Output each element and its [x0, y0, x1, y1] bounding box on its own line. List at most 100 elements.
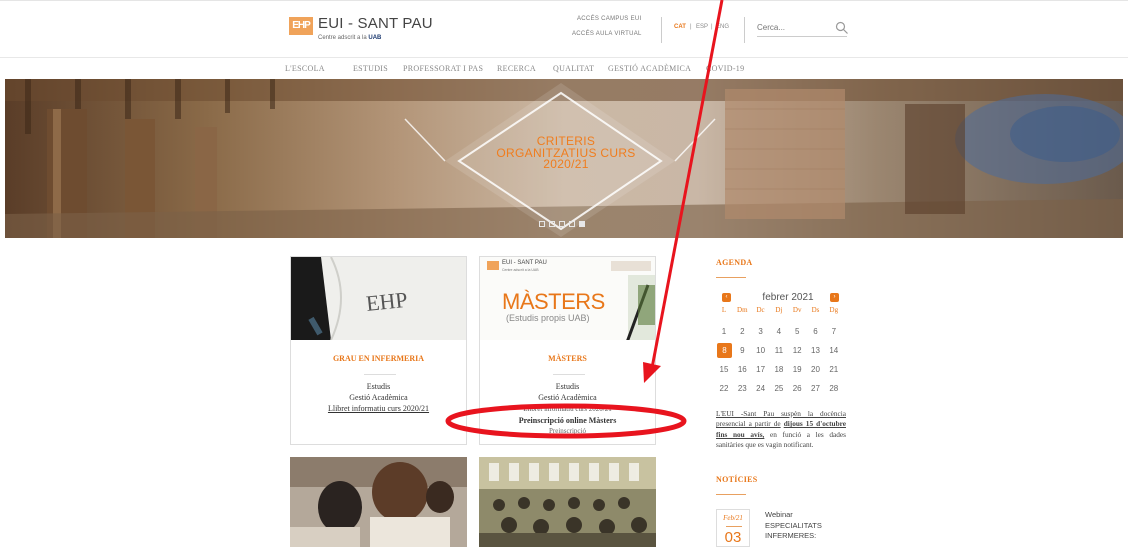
slider-dot[interactable] [579, 221, 585, 227]
calendar-weekday: Dm [737, 306, 748, 314]
calendar-day[interactable]: 4 [770, 327, 788, 336]
calendar-day[interactable]: 25 [770, 384, 788, 393]
agenda-title: AGENDA [716, 258, 753, 267]
card-grau-infermeria[interactable]: EHP GRAU EN INFERMERIA Estudis Gestió Ac… [290, 256, 467, 445]
calendar-day[interactable]: 20 [807, 365, 825, 374]
main-nav: L'ESCOLA ESTUDIS PROFESSORAT I PAS RECER… [0, 57, 1128, 77]
news-item-line: Webinar [765, 510, 793, 519]
news-date-day: 03 [724, 529, 742, 546]
calendar-day[interactable]: 23 [733, 384, 751, 393]
agenda-divider [716, 277, 746, 278]
slider-dot[interactable] [569, 221, 575, 227]
search-input[interactable] [757, 19, 847, 37]
card-link-preinscripcio[interactable]: Preinscripció [480, 427, 655, 435]
calendar-day[interactable]: 19 [788, 365, 806, 374]
campus-link[interactable]: ACCÉS CAMPUS EUI [577, 16, 641, 22]
nav-item-qualitat[interactable]: QUALITAT [553, 64, 594, 73]
calendar-day[interactable]: 13 [807, 346, 825, 355]
logo-title[interactable]: EUI - SANT PAU [318, 15, 433, 32]
news-date-badge[interactable]: Feb/21 03 [716, 509, 750, 547]
calendar-weekday: L [721, 306, 727, 314]
logo-subtitle-brand: UAB [368, 35, 382, 41]
card-image-subtitle: (Estudis propis UAB) [506, 313, 590, 323]
card-link-llibret[interactable]: Llibret informatiu curs 2020/21 [480, 405, 655, 413]
hero-caption-line: 2020/21 [543, 157, 589, 171]
calendar-day[interactable]: 7 [825, 327, 843, 336]
chevron-right-icon[interactable]: › [830, 293, 839, 302]
slider-dot[interactable] [539, 221, 545, 227]
calendar-weekday: Ds [811, 306, 820, 314]
card-image: EHP [291, 257, 466, 340]
calendar-grid: L Dm Dc Dj Dv Ds Dg 1 2 3 4 5 6 7 8 9 10 11 12 13 14 15 16 17 18… [715, 306, 845, 406]
classroom-photo [290, 457, 467, 547]
card-divider [364, 374, 396, 375]
calendar-day-today[interactable]: 8 [717, 343, 732, 358]
aula-virtual-link[interactable]: ACCÉS AULA VIRTUAL [572, 31, 642, 37]
calendar-day[interactable]: 6 [807, 327, 825, 336]
lang-esp-link[interactable]: ESP [696, 24, 708, 30]
header-divider [661, 17, 662, 43]
calendar-day[interactable]: 22 [715, 384, 733, 393]
nav-item-covid[interactable]: COVID-19 [706, 64, 744, 73]
covid-notice: L'EUI -Sant Pau suspèn la docència prese… [716, 409, 846, 451]
hero-caption[interactable]: CRITERIS ORGANITZATIUS CURS 2020/21 [495, 135, 637, 171]
card-link-estudis[interactable]: Estudis [291, 382, 466, 391]
nav-item-gestio-academica[interactable]: GESTIÓ ACADÈMICA [608, 64, 691, 73]
site-header: EHP EUI - SANT PAU Centre adscrit a la U… [0, 0, 1128, 57]
news-date-month: Feb/21 [723, 514, 743, 522]
card-image-students[interactable] [290, 457, 467, 547]
calendar-day[interactable]: 16 [733, 365, 751, 374]
card-logo-text: EUI - SANT PAU [502, 260, 547, 266]
calendar-day[interactable]: 27 [807, 384, 825, 393]
calendar-day[interactable]: 14 [825, 346, 843, 355]
card-link-gestio[interactable]: Gestió Acadèmica [480, 393, 655, 402]
logo-mark[interactable]: EHP [289, 17, 313, 35]
card-title[interactable]: GRAU EN INFERMERIA [291, 354, 466, 363]
calendar-day[interactable]: 24 [752, 384, 770, 393]
card-image-classroom[interactable] [479, 457, 656, 547]
card-title[interactable]: MÀSTERS [480, 354, 655, 363]
news-title: NOTÍCIES [716, 475, 758, 484]
calendar-weekday: Dv [792, 306, 802, 314]
card-link-preinscripcio-online[interactable]: Preinscripció online Màsters [480, 416, 655, 425]
calendar-weekday: Dj [775, 306, 783, 314]
calendar-day[interactable]: 15 [715, 365, 733, 374]
calendar-day[interactable]: 18 [770, 365, 788, 374]
hero-slider[interactable]: CRITERIS ORGANITZATIUS CURS 2020/21 [5, 79, 1123, 238]
embroidered-logo: EHP [365, 287, 409, 316]
card-link-estudis[interactable]: Estudis [480, 382, 655, 391]
calendar-day[interactable]: 11 [770, 346, 788, 355]
nav-item-professorat[interactable]: PROFESSORAT I PAS [403, 64, 483, 73]
calendar-day[interactable]: 17 [752, 365, 770, 374]
calendar-day[interactable]: 26 [788, 384, 806, 393]
lecture-hall-photo [479, 457, 656, 547]
card-link-llibret[interactable]: Llibret informatiu curs 2020/21 [291, 404, 466, 413]
lang-eng-link[interactable]: ENG [716, 24, 729, 30]
news-item[interactable]: Webinar ESPECIALITATS INFERMERES: [765, 510, 822, 542]
calendar-day[interactable]: 3 [752, 327, 770, 336]
calendar-day[interactable]: 2 [733, 327, 751, 336]
nav-item-escola[interactable]: L'ESCOLA [285, 64, 325, 73]
chevron-left-icon[interactable]: ‹ [722, 293, 731, 302]
calendar-day[interactable]: 5 [788, 327, 806, 336]
search-icon[interactable] [835, 21, 849, 35]
card-link-gestio[interactable]: Gestió Acadèmica [291, 393, 466, 402]
nav-item-estudis[interactable]: ESTUDIS [353, 64, 388, 73]
calendar-weekday: Dg [829, 306, 839, 314]
calendar-day[interactable]: 9 [733, 346, 751, 355]
calendar-day[interactable]: 1 [715, 327, 733, 336]
calendar-day[interactable]: 10 [752, 346, 770, 355]
calendar-weekday: Dc [756, 306, 765, 314]
calendar-day[interactable]: 28 [825, 384, 843, 393]
slider-dot[interactable] [549, 221, 555, 227]
calendar-day[interactable]: 21 [825, 365, 843, 374]
nav-item-recerca[interactable]: RECERCA [497, 64, 536, 73]
card-image: EUI - SANT PAU Centre adscrit a la UAB M… [480, 257, 655, 340]
card-masters[interactable]: EUI - SANT PAU Centre adscrit a la UAB M… [479, 256, 656, 445]
slider-dot[interactable] [559, 221, 565, 227]
logo-subtitle: Centre adscrit a la UAB [318, 35, 381, 41]
calendar-day[interactable]: 12 [788, 346, 806, 355]
card-image-title: MÀSTERS [502, 289, 605, 314]
lang-cat-link[interactable]: CAT [674, 24, 686, 30]
news-divider [716, 494, 746, 495]
